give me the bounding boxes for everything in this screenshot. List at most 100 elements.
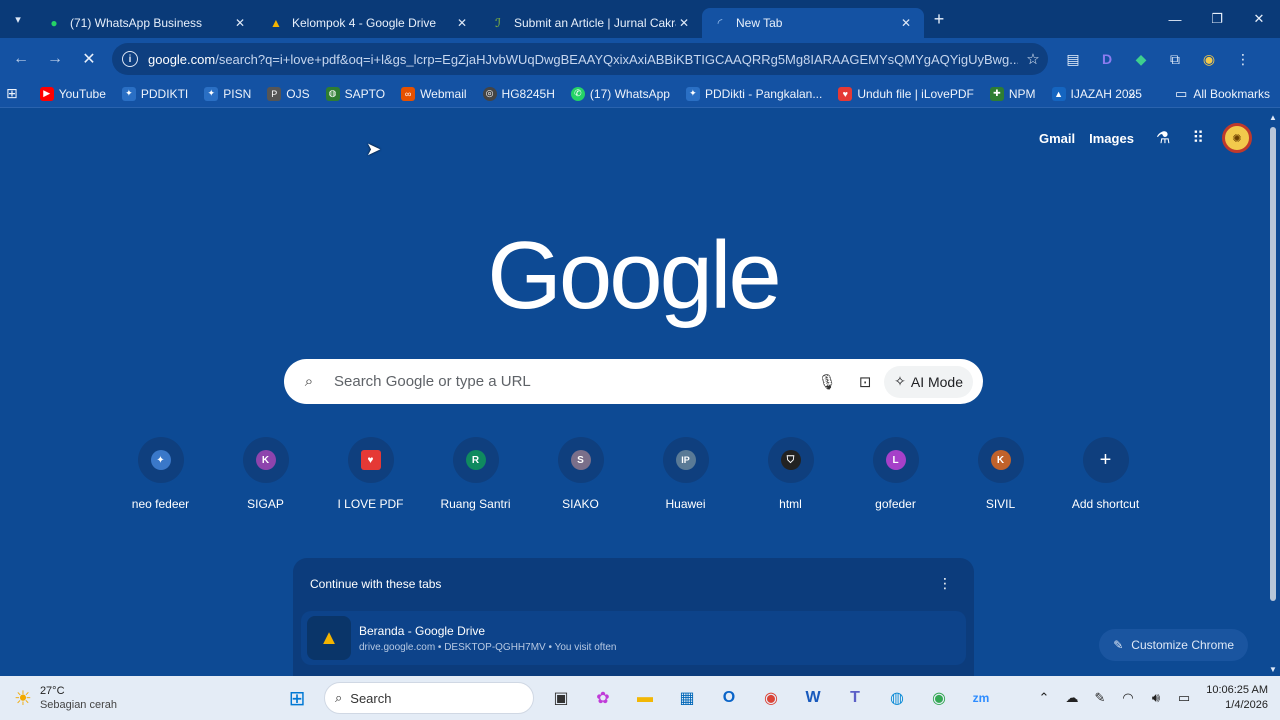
tab-new-tab[interactable]: ◜ New Tab ✕ xyxy=(702,8,924,38)
shortcut-icon-circle: IP xyxy=(662,437,709,483)
bookmark-pisn[interactable]: ✦ PISN xyxy=(204,86,252,101)
shortcut-tile[interactable]: IP Huawei xyxy=(633,437,738,511)
taskbar-search[interactable]: ⌕ Search xyxy=(324,682,534,714)
puzzle-extensions-icon[interactable]: ⧉ xyxy=(1158,51,1192,68)
youtube-icon: ▶ xyxy=(39,86,54,101)
clock[interactable]: 10:06:25 AM 1/4/2026 xyxy=(1198,683,1280,713)
stop-button[interactable]: ✕ xyxy=(72,42,106,76)
close-window-icon[interactable]: ✕ xyxy=(1238,0,1280,38)
bookmark-webmail[interactable]: ∞ Webmail xyxy=(401,86,467,101)
bookmark-ojs[interactable]: P OJS xyxy=(267,86,310,101)
search-input[interactable] xyxy=(334,373,809,390)
weather-widget[interactable]: ☀ 27°C Sebagian cerah xyxy=(14,676,117,720)
bookmark-youtube[interactable]: ▶ YouTube xyxy=(39,86,106,101)
clock-date: 1/4/2026 xyxy=(1225,699,1268,711)
shortcut-tile[interactable]: K SIGAP xyxy=(213,437,318,511)
microphone-icon[interactable]: 🎙︎ xyxy=(808,373,846,391)
bookmark-hg8245h[interactable]: ◎ HG8245H xyxy=(482,86,555,101)
teams-icon[interactable]: T xyxy=(835,678,875,718)
shortcut-tile[interactable]: Lgofeder xyxy=(843,437,948,511)
shortcut-label: SIGAP xyxy=(247,497,284,511)
menu-dots-icon[interactable]: ⋮ xyxy=(1226,51,1260,68)
customize-chrome-button[interactable]: ✎ Customize Chrome xyxy=(1099,629,1248,661)
shortcut-icon-circle: ✦ xyxy=(137,437,184,483)
more-bookmarks-icon[interactable]: » xyxy=(1128,86,1136,102)
bookmark-pddikti-pangkalan[interactable]: ✦ PDDikti - Pangkalan... xyxy=(685,86,822,101)
site-info-icon[interactable]: i xyxy=(122,51,138,67)
close-tab-icon[interactable]: ✕ xyxy=(454,16,470,30)
continue-tabs-heading: Continue with these tabs xyxy=(310,577,442,591)
apps-grid-icon[interactable]: ⊞ xyxy=(6,85,18,102)
google-apps-icon[interactable]: ⠿ xyxy=(1192,128,1204,148)
page-scrollbar[interactable]: ▲ ▼ xyxy=(1266,109,1280,676)
bookmark-sapto[interactable]: ◍ SAPTO xyxy=(325,86,385,101)
ai-mode-button[interactable]: ✧ AI Mode xyxy=(884,365,973,398)
tab-whatsapp[interactable]: ● (71) WhatsApp Business ✕ xyxy=(36,8,258,38)
scroll-up-icon[interactable]: ▲ xyxy=(1268,113,1278,122)
forward-button[interactable]: → xyxy=(38,42,72,76)
address-bar[interactable]: i google.com/search?q=i+love+pdf&oq=i+l&… xyxy=(112,43,1048,75)
minimize-icon[interactable]: — xyxy=(1154,0,1196,38)
wifi-icon[interactable]: ◠ xyxy=(1114,690,1142,706)
shortcut-label: Huawei xyxy=(665,497,706,511)
images-link[interactable]: Images xyxy=(1089,131,1134,146)
gmail-link[interactable]: Gmail xyxy=(1039,131,1075,146)
shortcut-tile[interactable]: R Ruang Santri xyxy=(423,437,528,511)
search-box[interactable]: ⌕ 🎙︎ ⊡ ✧AI Mode xyxy=(284,359,983,404)
bookmark-label: PISN xyxy=(223,86,252,101)
chrome-icon[interactable]: ◉ xyxy=(751,678,791,718)
store-icon[interactable]: ▦ xyxy=(667,678,707,718)
edge-icon[interactable]: ◍ xyxy=(877,678,917,718)
restore-icon[interactable]: ❐ xyxy=(1196,0,1238,38)
whatsapp-icon: ✆ xyxy=(570,86,585,101)
windows-start-icon[interactable]: ⊞ xyxy=(277,678,317,718)
tab-google-drive[interactable]: ▲ Kelompok 4 - Google Drive ✕ xyxy=(258,8,480,38)
more-options-icon[interactable]: ⋮ xyxy=(938,575,952,592)
tab-jurnal[interactable]: ℐ Submit an Article | Jurnal Cakra ✕ xyxy=(480,8,702,38)
bookmark-ilovepdf[interactable]: ♥ Unduh file | iLovePDF xyxy=(838,86,974,101)
bookmark-npm[interactable]: ✚ NPM xyxy=(989,86,1036,101)
search-icon: ⌕ xyxy=(304,373,314,390)
shortcut-tile[interactable]: ✦ neo fedeer xyxy=(108,437,213,511)
all-bookmarks-button[interactable]: ▭ All Bookmarks xyxy=(1175,80,1270,108)
shortcut-label: gofeder xyxy=(875,497,916,511)
task-view-icon[interactable]: ▣ xyxy=(541,678,581,718)
chrome-profile-icon[interactable]: ◉ xyxy=(919,678,959,718)
tab-search-button[interactable]: ▾ xyxy=(0,0,36,38)
journal-icon: ℐ xyxy=(495,16,501,30)
bookmark-star-icon[interactable]: ☆ xyxy=(1018,50,1048,68)
bookmark-whatsapp[interactable]: ✆ (17) WhatsApp xyxy=(570,86,670,101)
d-extension-icon[interactable]: D xyxy=(1090,51,1124,67)
battery-icon[interactable]: ▭ xyxy=(1170,690,1198,706)
pen-icon[interactable]: ✎ xyxy=(1086,690,1114,706)
scroll-down-icon[interactable]: ▼ xyxy=(1268,665,1278,674)
zoom-icon[interactable]: zm xyxy=(961,678,1001,718)
diamond-extension-icon[interactable]: ◆ xyxy=(1124,51,1158,68)
close-tab-icon[interactable]: ✕ xyxy=(232,16,248,30)
url-text[interactable]: google.com/search?q=i+love+pdf&oq=i+l&gs… xyxy=(148,52,1018,67)
shortcut-tile[interactable]: K SIVIL xyxy=(948,437,1053,511)
account-avatar[interactable]: ✺ xyxy=(1222,123,1252,153)
bookmark-pddikti[interactable]: ✦ PDDIKTI xyxy=(121,86,188,101)
profile-avatar-icon[interactable]: ◉ xyxy=(1192,51,1226,68)
shortcut-tile[interactable]: ♥ I LOVE PDF xyxy=(318,437,423,511)
word-icon[interactable]: W xyxy=(793,678,833,718)
printer-extension-icon[interactable]: ▤ xyxy=(1056,51,1090,68)
shortcut-tile[interactable]: S SIAKO xyxy=(528,437,633,511)
outlook-icon[interactable]: O xyxy=(709,678,749,718)
continue-tab-item[interactable]: ▲ Beranda - Google Drive drive.google.co… xyxy=(301,611,966,665)
labs-flask-icon[interactable]: ⚗ xyxy=(1156,128,1170,148)
google-lens-icon[interactable]: ⊡ xyxy=(846,373,884,391)
chevron-up-icon[interactable]: ⌃ xyxy=(1030,690,1058,706)
shortcut-tile[interactable]: ⛉ html xyxy=(738,437,843,511)
copilot-icon[interactable]: ✿ xyxy=(583,678,623,718)
new-tab-button[interactable]: + xyxy=(924,9,954,30)
scrollbar-thumb[interactable] xyxy=(1270,127,1276,601)
add-shortcut-tile[interactable]: + Add shortcut xyxy=(1053,437,1158,511)
file-explorer-icon[interactable]: ▬ xyxy=(625,678,665,718)
close-tab-icon[interactable]: ✕ xyxy=(898,16,914,30)
close-tab-icon[interactable]: ✕ xyxy=(676,16,692,30)
back-button[interactable]: ← xyxy=(4,42,38,76)
cloud-icon[interactable]: ☁ xyxy=(1058,690,1086,706)
volume-icon[interactable]: 🔊︎ xyxy=(1142,690,1170,706)
